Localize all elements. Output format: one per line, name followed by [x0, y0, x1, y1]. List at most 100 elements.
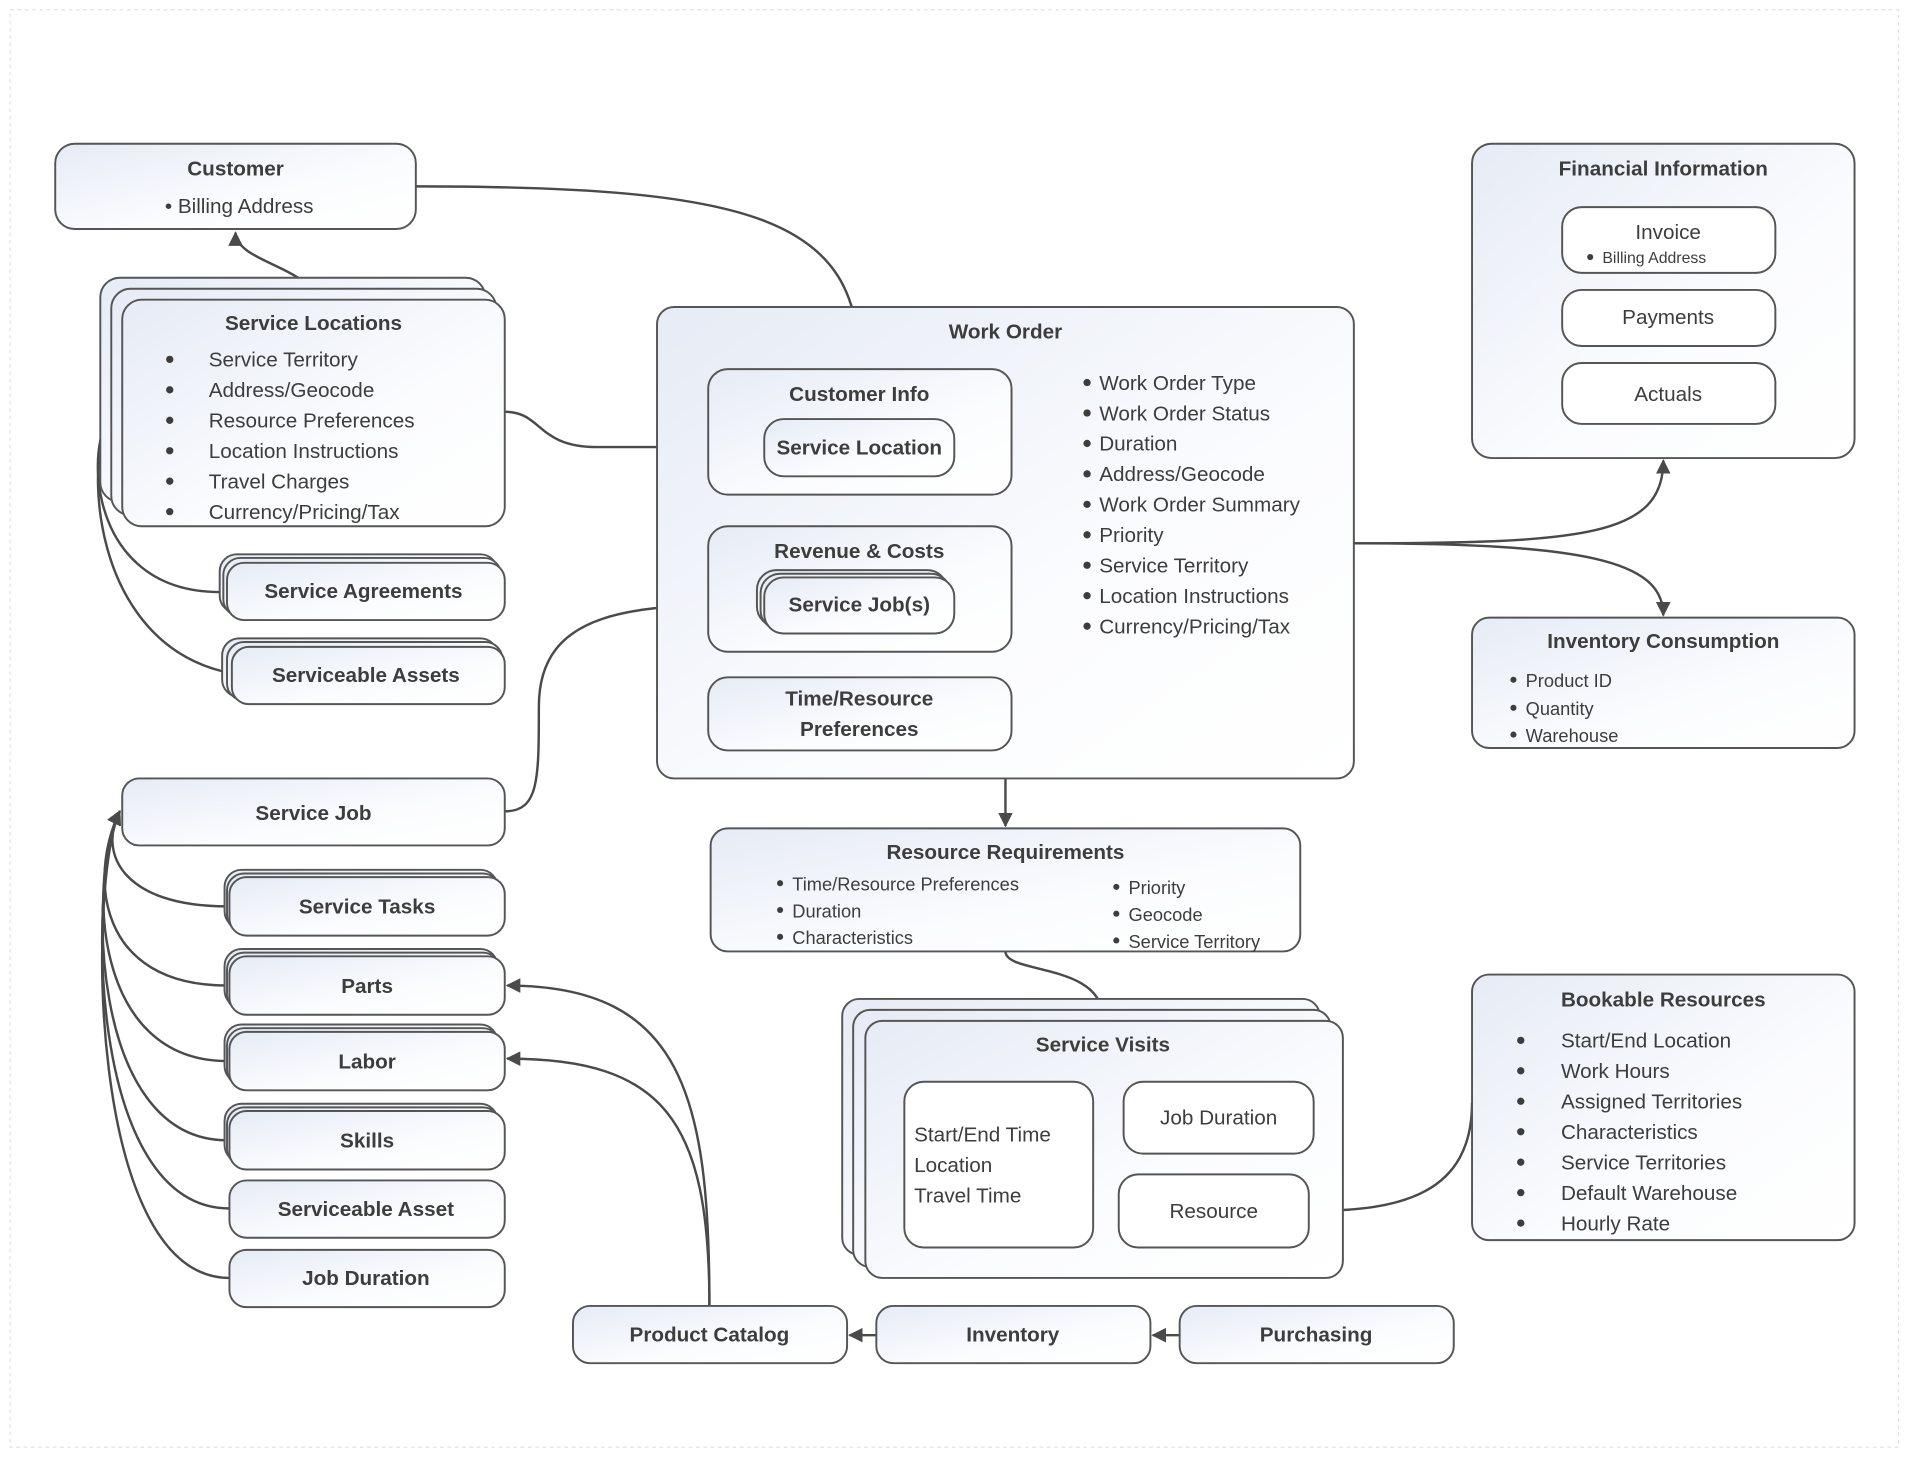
visit-resource-label: Resource — [1169, 1200, 1258, 1223]
time-resource-label: Preferences — [800, 718, 918, 741]
visit-details-box[interactable]: Start/End Time Location Travel Time — [903, 1080, 1095, 1249]
requirement-item: Time/Resource Preferences — [792, 874, 1019, 895]
serviceable-assets-label: Serviceable Assets — [272, 664, 460, 687]
work-order-item: Work Order Type — [1099, 372, 1256, 395]
resource-requirements-title: Resource Requirements — [886, 841, 1124, 864]
purchasing-box[interactable]: Purchasing — [1178, 1304, 1455, 1365]
service-job-label: Service Job — [255, 802, 371, 825]
service-visits-title: Service Visits — [1036, 1033, 1170, 1056]
job-duration-box[interactable]: Job Duration — [228, 1248, 506, 1309]
product-catalog-label: Product Catalog — [630, 1323, 790, 1346]
connector-workorder-inventory — [1353, 542, 1671, 617]
serviceable-asset-box[interactable]: Serviceable Asset — [228, 1179, 506, 1239]
service-locations-item: Travel Charges — [209, 471, 350, 494]
financial-information-box[interactable]: Financial Information Invoice Billing Ad… — [1471, 142, 1856, 460]
connector-labor-job — [102, 810, 228, 1063]
inventory-consumption-box[interactable]: Inventory Consumption Product ID Quantit… — [1471, 616, 1856, 749]
connector-asset-job — [100, 810, 230, 1210]
requirement-item: Priority — [1128, 877, 1186, 898]
work-order-box[interactable]: Work Order Customer Info Service Locatio… — [656, 306, 1355, 780]
serviceable-asset-label: Serviceable Asset — [278, 1198, 454, 1221]
serviceable-assets-box[interactable]: Serviceable Assets — [221, 637, 506, 706]
time-resource-label: Time/Resource — [785, 687, 933, 710]
bookable-item: Hourly Rate — [1561, 1212, 1670, 1235]
bookable-resources-title: Bookable Resources — [1561, 988, 1766, 1011]
skills-label: Skills — [340, 1130, 394, 1153]
requirement-item: Service Territory — [1128, 931, 1260, 952]
job-duration-label: Job Duration — [302, 1267, 430, 1290]
customer-item: • Billing Address — [165, 195, 314, 218]
inventory-consumption-item: Product ID — [1526, 670, 1612, 691]
invoice-label: Invoice — [1635, 221, 1701, 244]
visit-job-duration-box[interactable]: Job Duration — [1122, 1080, 1315, 1155]
financial-title: Financial Information — [1559, 157, 1768, 180]
service-locations-item: Currency/Pricing/Tax — [209, 501, 400, 524]
bookable-item: Characteristics — [1561, 1121, 1698, 1144]
inventory-consumption-item: Warehouse — [1526, 725, 1619, 746]
bookable-item: Work Hours — [1561, 1060, 1670, 1083]
labor-label: Labor — [338, 1050, 395, 1073]
service-jobs-label: Service Job(s) — [789, 594, 930, 617]
product-catalog-box[interactable]: Product Catalog — [572, 1304, 849, 1365]
work-order-item: Location Instructions — [1099, 585, 1289, 608]
payments-box[interactable]: Payments — [1561, 288, 1777, 347]
connector-catalog-parts — [505, 978, 711, 1306]
service-agreements-box[interactable]: Service Agreements — [218, 553, 506, 622]
connector-catalog-labor — [505, 1051, 711, 1306]
service-visits-box[interactable]: Service Visits Start/End Time Location T… — [841, 997, 1344, 1279]
inventory-consumption-item: Quantity — [1526, 698, 1595, 719]
service-tasks-box[interactable]: Service Tasks — [223, 868, 506, 937]
work-order-item: Work Order Summary — [1099, 494, 1300, 517]
requirement-item: Duration — [792, 900, 861, 921]
revenue-costs-box[interactable]: Revenue & Costs Service Job(s) — [707, 525, 1013, 653]
actuals-label: Actuals — [1634, 383, 1702, 406]
visit-job-duration-label: Job Duration — [1160, 1106, 1277, 1129]
service-tasks-label: Service Tasks — [299, 896, 436, 919]
bookable-item: Start/End Location — [1561, 1030, 1731, 1053]
time-resource-box[interactable]: Time/Resource Preferences — [707, 676, 1013, 752]
work-order-item: Duration — [1099, 433, 1177, 456]
visit-detail: Start/End Time — [914, 1123, 1051, 1146]
work-order-item: Address/Geocode — [1099, 463, 1265, 486]
customer-title: Customer — [187, 157, 284, 180]
bookable-resources-box[interactable]: Bookable Resources Start/End Location Wo… — [1471, 973, 1856, 1242]
customer-info-title: Customer Info — [789, 383, 929, 406]
service-agreements-label: Service Agreements — [264, 580, 462, 603]
actuals-box[interactable]: Actuals — [1561, 362, 1777, 425]
service-job-box[interactable]: Service Job — [121, 777, 506, 847]
bookable-item: Default Warehouse — [1561, 1182, 1737, 1205]
invoice-box[interactable]: Invoice Billing Address — [1561, 206, 1777, 274]
visit-resource-box[interactable]: Resource — [1117, 1173, 1310, 1249]
work-order-item: Currency/Pricing/Tax — [1099, 615, 1290, 638]
inventory-box[interactable]: Inventory — [875, 1304, 1152, 1365]
bookable-item: Service Territories — [1561, 1151, 1726, 1174]
service-locations-item: Address/Geocode — [209, 379, 375, 402]
inventory-consumption-title: Inventory Consumption — [1547, 630, 1779, 653]
purchasing-label: Purchasing — [1260, 1323, 1373, 1346]
customer-box[interactable]: Customer • Billing Address — [54, 142, 417, 231]
resource-requirements-box[interactable]: Resource Requirements Time/Resource Pref… — [709, 827, 1302, 953]
work-order-item: Priority — [1099, 524, 1164, 547]
connector-workorder-financial — [1353, 459, 1671, 545]
service-location-label: Service Location — [776, 436, 942, 459]
service-locations-box[interactable]: Service Locations Service Territory Addr… — [99, 276, 506, 528]
work-order-item: Service Territory — [1099, 555, 1249, 578]
diagram: Customer • Billing Address Service Locat… — [9, 9, 1900, 1448]
visit-detail: Location — [914, 1154, 992, 1177]
bookable-item: Assigned Territories — [1561, 1091, 1742, 1114]
customer-info-box[interactable]: Customer Info Service Location — [707, 368, 1013, 496]
requirement-item: Geocode — [1128, 904, 1202, 925]
requirement-item: Characteristics — [792, 927, 913, 948]
service-locations-item: Resource Preferences — [209, 410, 415, 433]
payments-label: Payments — [1622, 306, 1714, 329]
service-locations-title: Service Locations — [225, 312, 402, 335]
service-locations-item: Location Instructions — [209, 440, 399, 463]
parts-box[interactable]: Parts — [223, 948, 506, 1016]
parts-label: Parts — [341, 975, 393, 998]
skills-box[interactable]: Skills — [223, 1102, 506, 1171]
revenue-costs-title: Revenue & Costs — [774, 540, 944, 563]
labor-box[interactable]: Labor — [223, 1023, 506, 1092]
inventory-label: Inventory — [966, 1323, 1060, 1346]
work-order-title: Work Order — [949, 321, 1062, 344]
visit-detail: Travel Time — [914, 1184, 1021, 1207]
